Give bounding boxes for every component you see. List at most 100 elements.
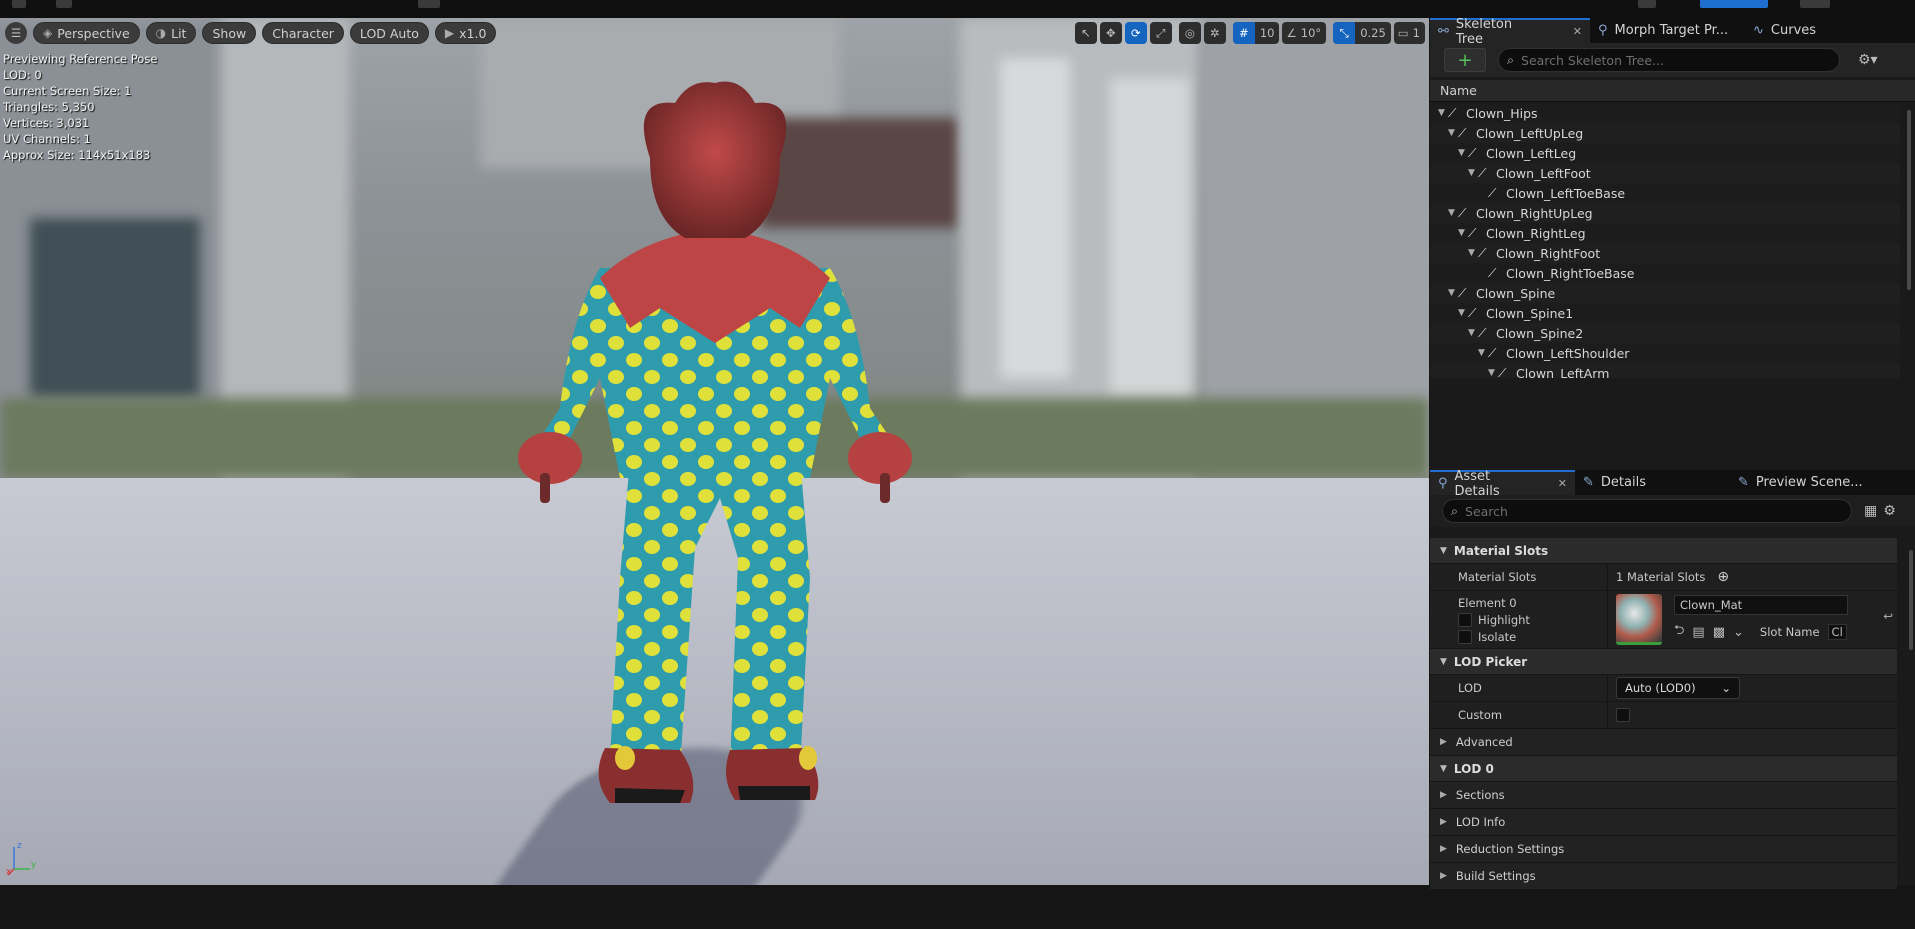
background-window-frame: [1000, 58, 1070, 378]
section-lod-0[interactable]: ▼ LOD 0: [1430, 756, 1897, 782]
perspective-button[interactable]: ◈ Perspective: [33, 22, 140, 44]
settings-gear-icon[interactable]: ⚙▾: [1858, 52, 1878, 68]
highlight-checkbox-row[interactable]: Highlight: [1458, 612, 1530, 627]
tree-row[interactable]: ⟋ Clown_RightToeBase: [1430, 263, 1900, 283]
skeleton-search-input[interactable]: ⌕ Search Skeleton Tree...: [1498, 48, 1840, 72]
close-icon[interactable]: ✕: [1558, 477, 1567, 490]
reduction-settings-row[interactable]: ▶ Reduction Settings: [1430, 836, 1897, 863]
character-button[interactable]: Character: [262, 22, 344, 44]
tab-details[interactable]: ✎ Details: [1575, 470, 1730, 495]
tab-morph-target-preview[interactable]: ⚲ Morph Target Pr...: [1590, 18, 1745, 43]
lod-button[interactable]: LOD Auto: [349, 22, 429, 44]
tab-asset-details[interactable]: ⚲ Asset Details ✕: [1430, 469, 1575, 499]
surface-snap-icon[interactable]: ✲: [1203, 22, 1226, 44]
section-lod-picker[interactable]: ▼ LOD Picker: [1430, 649, 1897, 675]
tree-scrollbar[interactable]: [1907, 110, 1911, 290]
grid-snap-toggle[interactable]: # 10: [1232, 22, 1280, 44]
custom-checkbox[interactable]: [1616, 708, 1630, 722]
play-speed-button[interactable]: ▶ x1.0: [434, 22, 497, 44]
lod-info-row[interactable]: ▶ LOD Info: [1430, 809, 1897, 836]
details-search-input[interactable]: ⌕ Search: [1442, 499, 1852, 523]
bone-icon: ⟋: [1468, 305, 1477, 320]
toolbar-icon[interactable]: [418, 0, 440, 8]
tree-row[interactable]: ▼ ⟋ Clown_LeftShoulder: [1430, 343, 1900, 363]
lit-button[interactable]: ◑ Lit: [145, 22, 197, 44]
chevron-down-icon[interactable]: ▼: [1458, 148, 1468, 158]
isolate-checkbox-row[interactable]: Isolate: [1458, 629, 1516, 644]
rotation-snap-toggle[interactable]: ∠ 10°: [1282, 22, 1327, 44]
tree-row[interactable]: ▼ ⟋ Clown_Spine: [1430, 283, 1900, 303]
tree-row[interactable]: ▼ ⟋ Clown_LeftFoot: [1430, 163, 1900, 183]
clown-character[interactable]: [480, 78, 960, 838]
settings-gear-icon[interactable]: ⚙: [1883, 503, 1896, 519]
advanced-row[interactable]: ▶ Advanced: [1430, 729, 1897, 756]
details-scrollbar[interactable]: [1909, 550, 1913, 650]
tree-row[interactable]: ⟋ Clown_LeftToeBase: [1430, 183, 1900, 203]
chevron-down-icon[interactable]: ▼: [1468, 248, 1478, 258]
table-view-icon[interactable]: ▦: [1864, 503, 1877, 519]
tree-row[interactable]: ▼ ⟋ Clown_RightUpLeg: [1430, 203, 1900, 223]
add-bone-button[interactable]: +: [1444, 48, 1486, 72]
show-button[interactable]: Show: [202, 22, 257, 44]
translate-mode-icon[interactable]: ✥: [1099, 22, 1122, 44]
bone-name: Clown_Spine: [1476, 285, 1556, 301]
toolbar-icon[interactable]: [12, 0, 26, 8]
rotate-mode-icon[interactable]: ⟳: [1124, 22, 1147, 44]
bone-name: Clown_LeftLeg: [1486, 145, 1577, 161]
chevron-down-icon[interactable]: ▼: [1478, 348, 1488, 358]
browse-to-asset-icon[interactable]: ⮌: [1674, 621, 1684, 643]
chevron-down-icon[interactable]: ▼: [1488, 368, 1498, 378]
lod-label: LOD: [1430, 675, 1608, 701]
tree-row[interactable]: ▼ ⟋ Clown_Spine1: [1430, 303, 1900, 323]
close-icon[interactable]: ✕: [1573, 25, 1582, 38]
highlight-checkbox[interactable]: [1458, 612, 1472, 627]
scale-mode-icon[interactable]: ⤢: [1149, 22, 1172, 44]
chevron-down-icon[interactable]: ▼: [1448, 128, 1458, 138]
isolate-checkbox[interactable]: [1458, 629, 1472, 644]
chevron-down-icon[interactable]: ▼: [1448, 288, 1458, 298]
slot-name-input[interactable]: Cl: [1827, 624, 1847, 640]
tree-row[interactable]: ▼ ⟋ Clown_LeftLeg: [1430, 143, 1900, 163]
material-thumbnail[interactable]: [1616, 594, 1662, 645]
tab-skeleton-tree[interactable]: ⚯ Skeleton Tree ✕: [1430, 17, 1590, 47]
add-slot-icon[interactable]: ⊕: [1717, 569, 1729, 585]
coordinate-system-icon[interactable]: ◎: [1178, 22, 1201, 44]
reset-icon[interactable]: ↩: [1883, 609, 1893, 623]
scale-snap-toggle[interactable]: ⤡ 0.25: [1333, 22, 1391, 44]
material-picker[interactable]: Clown_Mat: [1674, 595, 1848, 615]
hamburger-icon[interactable]: ☰: [5, 22, 27, 44]
chevron-down-icon[interactable]: ▼: [1468, 328, 1478, 338]
tree-row[interactable]: ▼ ⟋ Clown_Hips: [1430, 103, 1900, 123]
details-content: ▼ Material Slots Material Slots 1 Materia…: [1430, 538, 1897, 929]
tree-row[interactable]: ▼ ⟋ Clown_LeftArm: [1430, 363, 1900, 378]
camera-speed-button[interactable]: ▭ 1: [1393, 22, 1425, 44]
tree-row[interactable]: ▼ ⟋ Clown_Spine2: [1430, 323, 1900, 343]
chevron-down-icon[interactable]: ▼: [1448, 208, 1458, 218]
tab-curves[interactable]: ∿ Curves: [1745, 18, 1824, 43]
stats-line: Vertices: 3,031: [3, 116, 90, 130]
section-material-slots[interactable]: ▼ Material Slots: [1430, 538, 1897, 564]
build-settings-row[interactable]: ▶ Build Settings: [1430, 863, 1897, 890]
select-mode-icon[interactable]: ↖: [1074, 22, 1097, 44]
toolbar-icon[interactable]: [1800, 0, 1830, 8]
axis-y-label: y: [31, 860, 37, 870]
tree-column-header[interactable]: Name: [1430, 80, 1915, 102]
lod-dropdown[interactable]: Auto (LOD0) ⌄: [1616, 677, 1740, 699]
tree-row[interactable]: ▼ ⟋ Clown_LeftUpLeg: [1430, 123, 1900, 143]
tree-row[interactable]: ▼ ⟋ Clown_RightFoot: [1430, 243, 1900, 263]
folder-icon[interactable]: ▤: [1692, 625, 1704, 640]
chevron-down-icon[interactable]: ▼: [1458, 228, 1468, 238]
tab-preview-scene[interactable]: ✎ Preview Scene...: [1730, 470, 1871, 495]
toolbar-icon[interactable]: [1638, 0, 1656, 8]
chevron-down-icon[interactable]: ▼: [1458, 308, 1468, 318]
viewport[interactable]: ☰ ◈ Perspective ◑ Lit Show Character LOD A…: [0, 18, 1429, 885]
checker-icon[interactable]: ▩: [1713, 625, 1725, 640]
active-toolbar-tab[interactable]: [1700, 0, 1768, 8]
chevron-down-icon[interactable]: ⌄: [1733, 625, 1744, 640]
morph-icon: ⚲: [1598, 23, 1608, 38]
chevron-down-icon[interactable]: ▼: [1438, 108, 1448, 118]
tree-row[interactable]: ▼ ⟋ Clown_RightLeg: [1430, 223, 1900, 243]
toolbar-icon[interactable]: [56, 0, 72, 8]
chevron-down-icon[interactable]: ▼: [1468, 168, 1478, 178]
sections-row[interactable]: ▶ Sections: [1430, 782, 1897, 809]
